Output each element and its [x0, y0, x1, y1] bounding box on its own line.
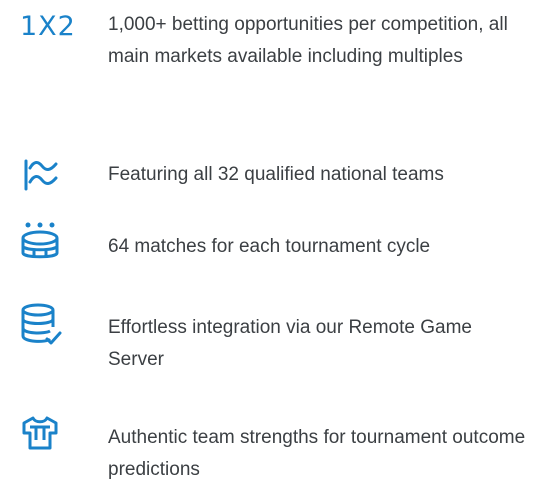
database-check-icon [20, 303, 68, 347]
odds-1x2-icon: 1X2 [20, 12, 75, 42]
odds-1x2-label: 1X2 [20, 11, 76, 42]
feature-text-betting: 1,000+ betting opportunities per competi… [108, 14, 508, 67]
stadium-icon [20, 221, 68, 265]
jersey-icon [20, 415, 68, 451]
feature-list: 1X2 1,000+ betting opportunities per com… [0, 0, 541, 487]
feature-text-matches: 64 matches for each tournament cycle [108, 236, 431, 257]
feature-text-strengths: Authentic team strengths for tournament … [108, 427, 526, 480]
wave-chart-icon [20, 158, 68, 192]
feature-text-integration: Effortless integration via our Remote Ga… [108, 317, 472, 370]
feature-text-teams: Featuring all 32 qualified national team… [108, 164, 444, 185]
